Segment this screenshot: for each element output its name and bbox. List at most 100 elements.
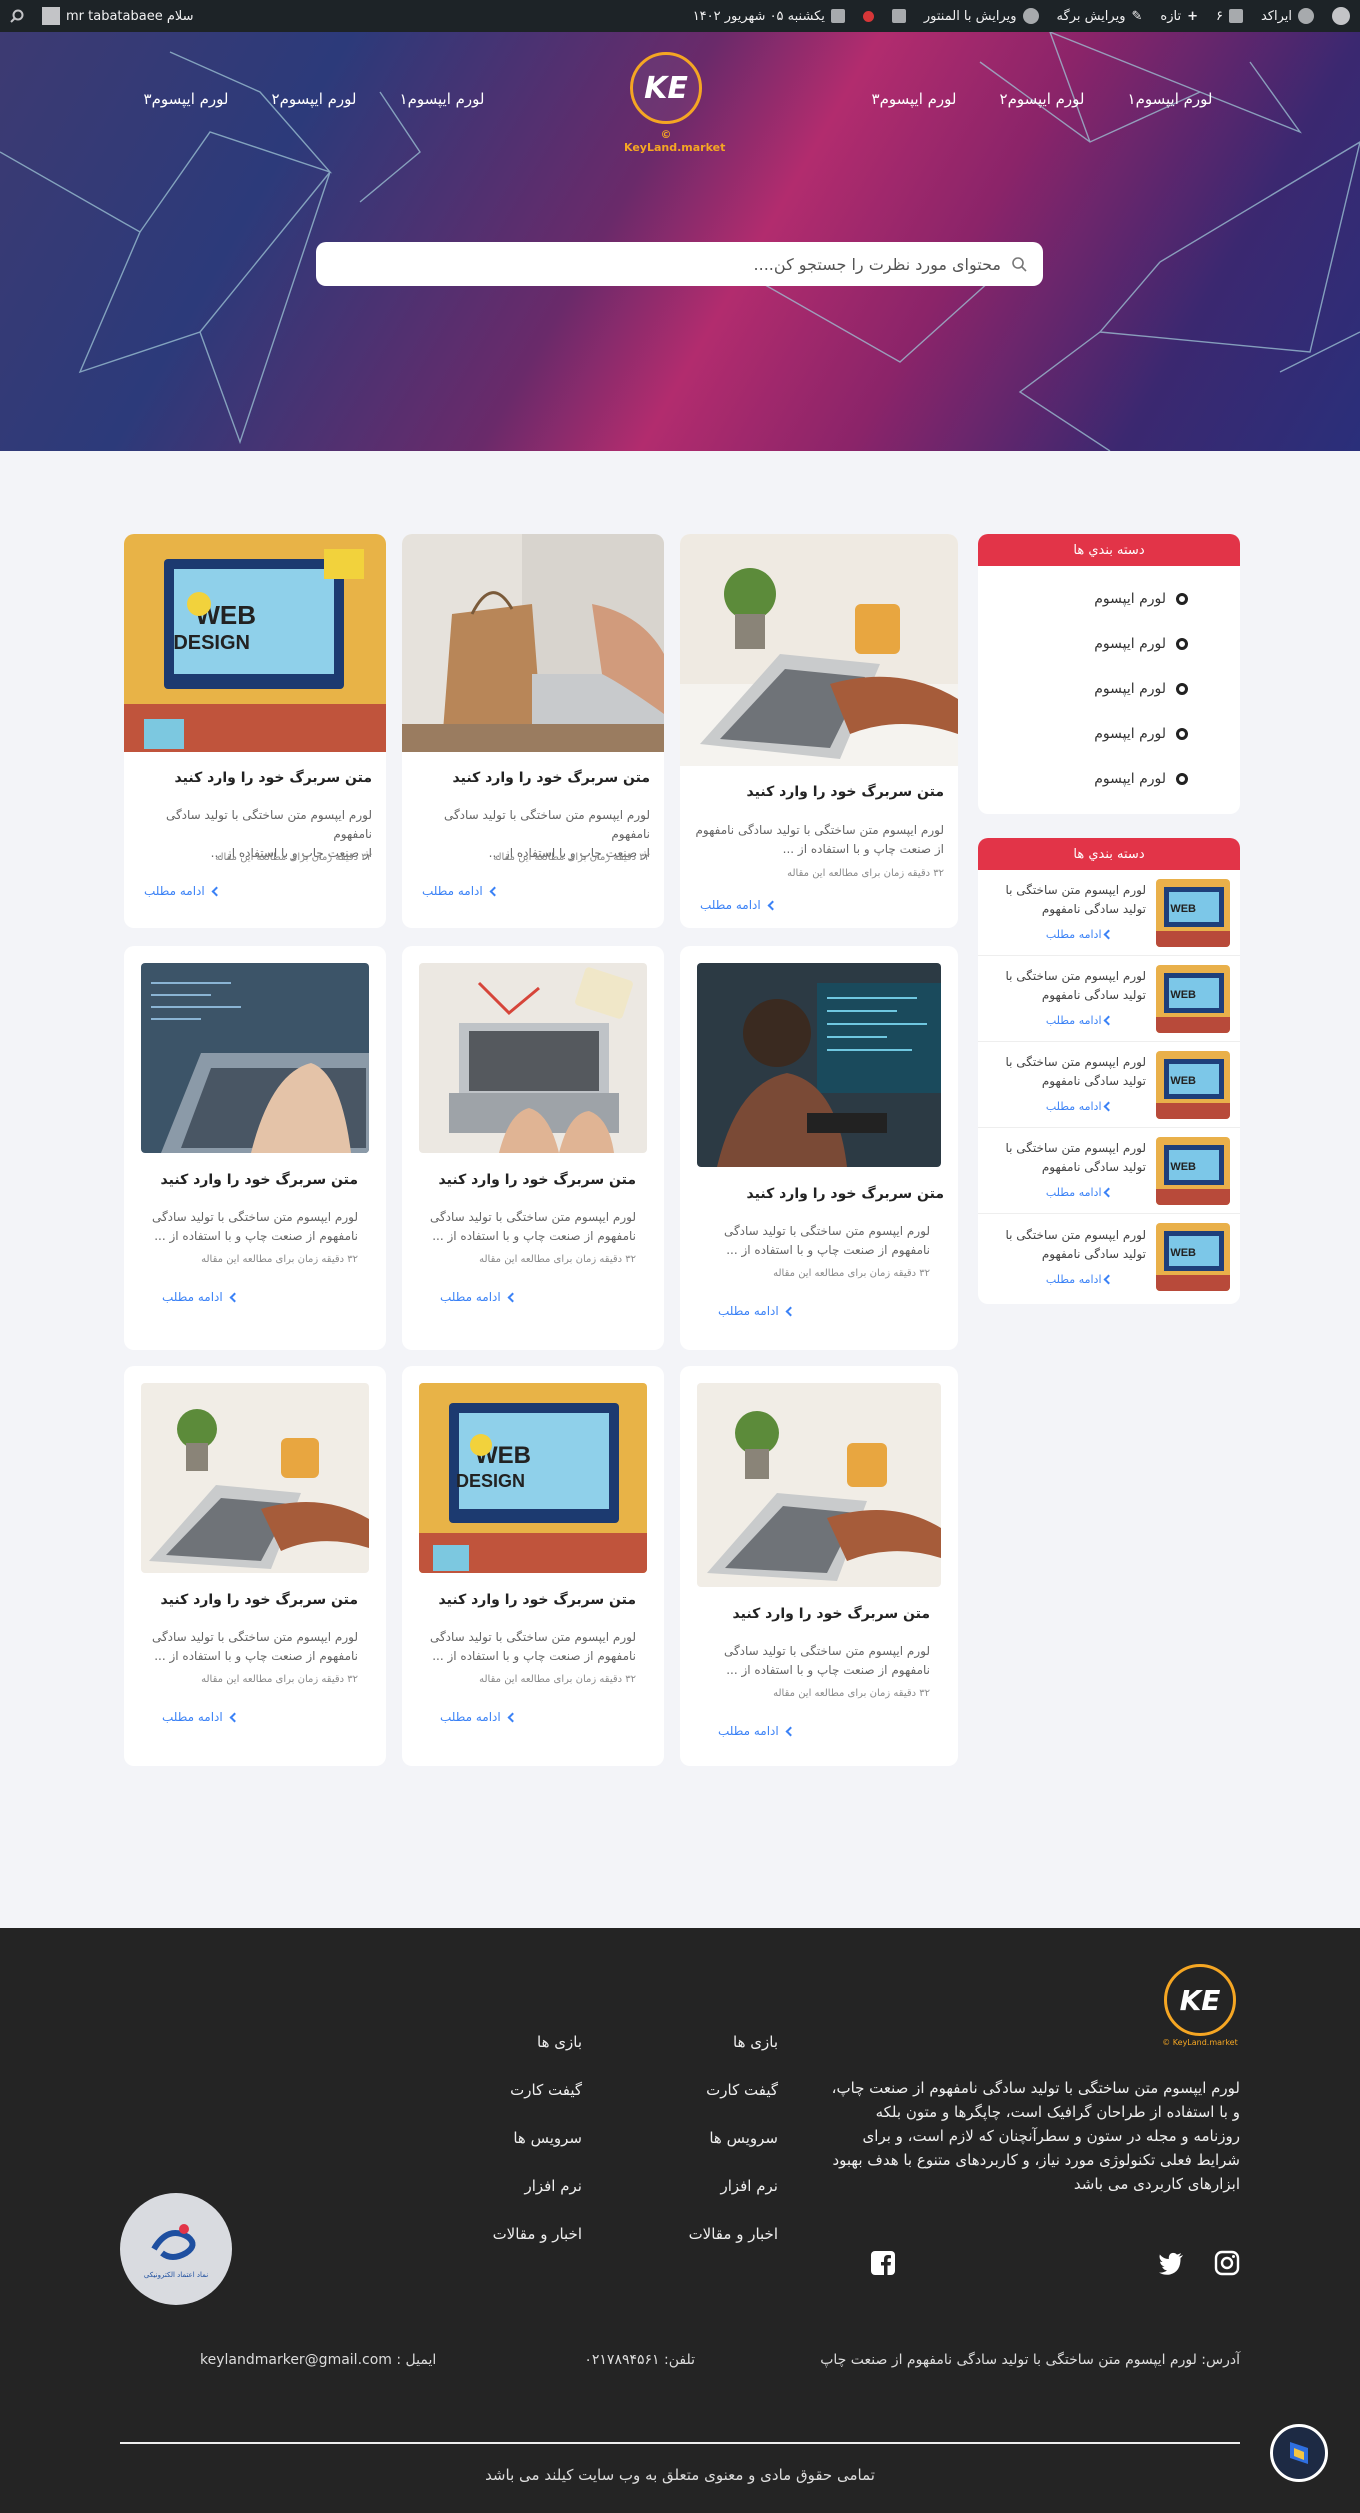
category-item[interactable]: لورم ایپسوم [978,621,1240,666]
post-title[interactable]: متن سربرگ خود را وارد کنید [439,1592,636,1608]
read-more-link[interactable]: ادامه مطلب [990,1270,1146,1289]
recent-post-thumbnail[interactable]: WEB [1156,1223,1230,1291]
status-dot-icon[interactable] [862,10,874,22]
post-card[interactable]: متن سربرگ خود را وارد کنید لورم ایپسوم م… [402,534,664,928]
post-image[interactable] [141,1383,369,1573]
nav-item-4[interactable]: لورم ایپسوم۱ [378,90,506,108]
read-more-link[interactable]: ادامه مطلب [990,1097,1146,1116]
read-more-link[interactable]: ادامه مطلب [990,1183,1146,1202]
footer-link[interactable]: بازی ها [689,2018,778,2066]
post-card[interactable]: متن سربرگ خود را وارد کنید لورم ایپسوم م… [124,1366,386,1766]
edit-elementor-link[interactable]: ویرایش با المنتور [924,8,1039,24]
new-content-link[interactable]: + تازه [1160,9,1198,24]
post-image[interactable] [697,963,941,1167]
chevron-left-icon [229,1292,240,1302]
post-title[interactable]: متن سربرگ خود را وارد کنید [733,1606,930,1622]
post-title[interactable]: متن سربرگ خود را وارد کنید [747,784,944,800]
read-more-link[interactable]: ادامه مطلب [422,884,500,898]
post-card[interactable]: متن سربرگ خود را وارد کنید لورم ایپسوم م… [402,946,664,1350]
wordpress-icon[interactable] [1332,7,1350,25]
widget-title: دسته بندي ها [978,838,1240,870]
post-card[interactable]: WEB DESIGN متن سربرگ خود را وارد کنید لور… [124,534,386,928]
category-item[interactable]: لورم ایپسوم [978,711,1240,756]
twitter-icon[interactable] [1158,2250,1184,2276]
post-card[interactable]: متن سربرگ خود را وارد کنید لورم ایپسوم م… [680,534,958,928]
category-item[interactable]: لورم ایپسوم [978,576,1240,621]
footer-link[interactable]: اخبار و مقالات [493,2210,582,2258]
nav-item-1[interactable]: لورم ایپسوم۱ [1106,90,1234,108]
post-title[interactable]: متن سربرگ خود را وارد کنید [747,1186,944,1202]
post-title[interactable]: متن سربرگ خود را وارد کنید [453,770,650,786]
post-card[interactable]: WEB DESIGN متن سربرگ خود را وارد کنید لور… [402,1366,664,1766]
site-logo[interactable]: KE © KeyLand.market [624,52,725,154]
read-more-link[interactable]: ادامه مطلب [440,1290,518,1304]
post-title[interactable]: متن سربرگ خود را وارد کنید [439,1172,636,1188]
post-title[interactable]: متن سربرگ خود را وارد کنید [161,1172,358,1188]
account-menu[interactable]: سلام mr tabatabaee [42,7,194,25]
post-image[interactable]: WEB DESIGN [124,534,386,752]
site-name-link[interactable]: ایراکد [1261,8,1314,24]
nav-item-3[interactable]: لورم ایپسوم۳ [850,90,978,108]
recent-post[interactable]: WEB لورم ایپسوم متن ساختگی با تولید سادگی… [978,956,1240,1042]
recent-post[interactable]: WEB لورم ایپسوم متن ساختگی با تولید سادگی… [978,1214,1240,1300]
home-icon [1298,8,1314,24]
recent-post-thumbnail[interactable]: WEB [1156,1136,1230,1205]
logo-mark: KE [630,52,702,124]
footer-link[interactable]: نرم افزار [493,2162,582,2210]
read-more-link[interactable]: ادامه مطلب [162,1710,240,1724]
read-time: ۳۲ دقیقه زمان برای مطالعه این مقاله [479,1254,636,1265]
recent-post-thumbnail[interactable]: WEB [1156,1050,1230,1119]
recent-post[interactable]: WEB لورم ایپسوم متن ساختگی با تولید سادگی… [978,1128,1240,1214]
post-card[interactable]: متن سربرگ خود را وارد کنید لورم ایپسوم م… [680,1366,958,1766]
footer-link[interactable]: گیفت کارت [493,2066,582,2114]
footer-link[interactable]: بازی ها [493,2018,582,2066]
footer-phone[interactable]: تلفن: ۰۲۱۷۸۹۴۵۶۱ [584,2352,695,2368]
post-excerpt: لورم ایپسوم متن ساختگی با تولید سادگی نام… [723,1644,930,1677]
post-card[interactable]: متن سربرگ خود را وارد کنید لورم ایپسوم م… [680,946,958,1350]
post-image[interactable] [419,963,647,1153]
post-card[interactable]: متن سربرگ خود را وارد کنید لورم ایپسوم م… [124,946,386,1350]
facebook-icon[interactable] [870,2250,896,2276]
post-title[interactable]: متن سربرگ خود را وارد کنید [161,1592,358,1608]
post-title[interactable]: متن سربرگ خود را وارد کنید [175,770,372,786]
edit-page-link[interactable]: ✎ ویرایش برگه [1057,9,1143,24]
footer-links-col1: بازی ها گیفت کارت سرویس ها نرم افزار اخب… [689,2018,778,2258]
footer-logo[interactable]: KE © KeyLand.market [1160,1964,1240,2047]
post-image[interactable] [402,534,664,752]
footer-link[interactable]: سرویس ها [493,2114,582,2162]
floating-badge-button[interactable] [1270,2424,1328,2482]
footer-link[interactable]: اخبار و مقالات [689,2210,778,2258]
read-more-link[interactable]: ادامه مطلب [700,898,778,912]
read-more-link[interactable]: ادامه مطلب [990,925,1146,944]
read-more-link[interactable]: ادامه مطلب [990,1011,1146,1030]
footer-link[interactable]: گیفت کارت [689,2066,778,2114]
search-input[interactable] [332,254,1001,274]
nav-item-6[interactable]: لورم ایپسوم۳ [122,90,250,108]
read-more-link[interactable]: ادامه مطلب [718,1724,796,1738]
footer-email[interactable]: ایمیل : keylandmarker@gmail.com [200,2352,436,2368]
footer-link[interactable]: سرویس ها [689,2114,778,2162]
nav-item-2[interactable]: لورم ایپسوم۲ [978,90,1106,108]
post-image[interactable]: WEB DESIGN [419,1383,647,1573]
nav-item-5[interactable]: لورم ایپسوم۲ [250,90,378,108]
category-item[interactable]: لورم ایپسوم [978,756,1240,801]
search-icon[interactable] [10,9,24,23]
read-more-link[interactable]: ادامه مطلب [718,1304,796,1318]
recent-post-thumbnail[interactable]: WEB [1156,878,1230,947]
post-image[interactable] [141,963,369,1153]
post-image[interactable] [697,1383,941,1587]
comments-link[interactable]: ۶ [1216,9,1243,24]
read-more-link[interactable]: ادامه مطلب [162,1290,240,1304]
read-more-link[interactable]: ادامه مطلب [440,1710,518,1724]
footer-link[interactable]: نرم افزار [689,2162,778,2210]
recent-post-thumbnail[interactable]: WEB [1156,964,1230,1033]
admin-bar-left: سلام mr tabatabaee [10,7,194,25]
category-item[interactable]: لورم ایپسوم [978,666,1240,711]
yoast-icon[interactable] [891,9,906,23]
enamad-badge[interactable]: نماد اعتماد الکترونیکی [120,2193,232,2305]
recent-post[interactable]: WEB لورم ایپسوم متن ساختگی با تولید سادگی… [978,870,1240,956]
instagram-icon[interactable] [1214,2250,1240,2276]
recent-post[interactable]: WEB لورم ایپسوم متن ساختگی با تولید سادگی… [978,1042,1240,1128]
post-image[interactable] [680,534,958,766]
read-more-link[interactable]: ادامه مطلب [144,884,222,898]
